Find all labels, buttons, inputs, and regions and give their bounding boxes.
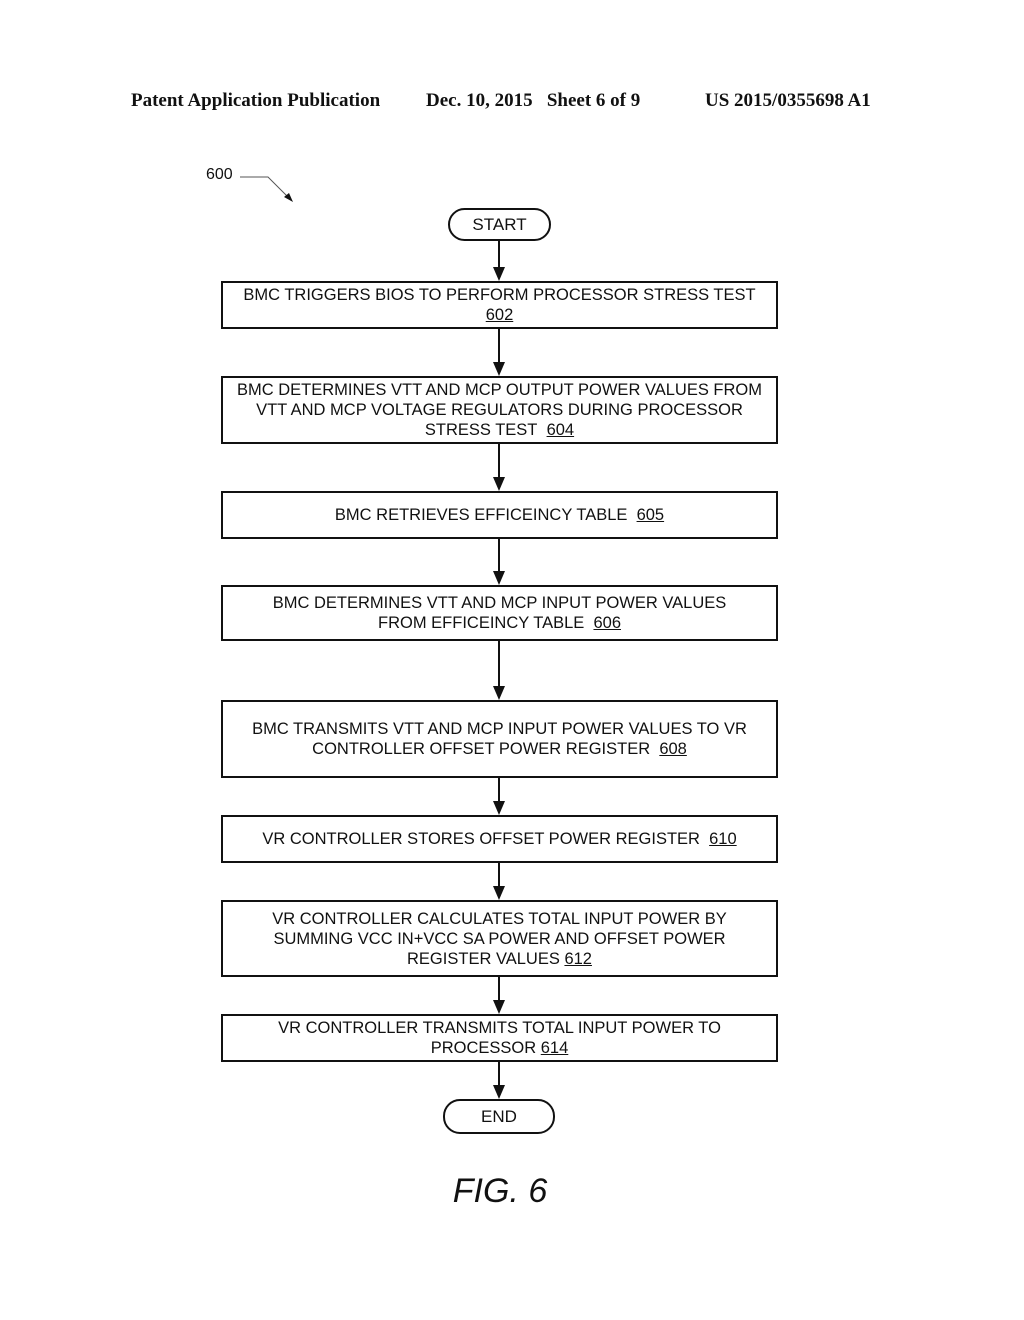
arrowhead-icon xyxy=(493,267,505,281)
step-614: VR CONTROLLER TRANSMITS TOTAL INPUT POWE… xyxy=(221,1014,778,1062)
end-label: END xyxy=(481,1106,517,1126)
step-606: BMC DETERMINES VTT AND MCP INPUT POWER V… xyxy=(221,585,778,641)
step-ref: 606 xyxy=(593,614,621,632)
step-ref: 610 xyxy=(709,830,737,848)
arrowhead-icon xyxy=(493,686,505,700)
reference-leader-line xyxy=(240,176,291,200)
arrowhead-icon xyxy=(493,1085,505,1099)
arrowhead-icon xyxy=(493,886,505,900)
end-terminal: END xyxy=(443,1099,555,1134)
step-text: VR CONTROLLER CALCULATES TOTAL INPUT POW… xyxy=(272,909,727,968)
figure-caption: FIG. 6 xyxy=(452,1172,548,1210)
step-text: BMC TRIGGERS BIOS TO PERFORM PROCESSOR S… xyxy=(243,286,756,304)
start-label: START xyxy=(472,214,527,234)
step-text: VR CONTROLLER STORES OFFSET POWER REGIST… xyxy=(262,830,700,848)
step-612: VR CONTROLLER CALCULATES TOTAL INPUT POW… xyxy=(221,900,778,977)
step-ref: 612 xyxy=(564,949,592,968)
arrowhead-icon xyxy=(493,801,505,815)
step-604: BMC DETERMINES VTT AND MCP OUTPUT POWER … xyxy=(221,376,778,444)
step-text: VR CONTROLLER TRANSMITS TOTAL INPUT POWE… xyxy=(278,1019,721,1057)
arrowhead-icon xyxy=(493,571,505,585)
arrowhead-icon xyxy=(493,362,505,376)
step-610: VR CONTROLLER STORES OFFSET POWER REGIST… xyxy=(221,815,778,863)
step-ref: 614 xyxy=(540,1039,569,1057)
step-ref: 605 xyxy=(636,506,665,524)
step-ref: 608 xyxy=(659,740,687,758)
step-text: BMC RETRIEVES EFFICEINCY TABLE xyxy=(334,506,628,524)
step-ref: 602 xyxy=(485,306,514,324)
arrowhead-icon xyxy=(493,1000,505,1014)
step-ref: 604 xyxy=(546,421,575,439)
step-608: BMC TRANSMITS VTT AND MCP INPUT POWER VA… xyxy=(221,700,778,778)
arrowhead-icon xyxy=(493,477,505,491)
step-602: BMC TRIGGERS BIOS TO PERFORM PROCESSOR S… xyxy=(221,281,778,329)
start-terminal: START xyxy=(448,208,551,241)
step-text: BMC DETERMINES VTT AND MCP INPUT POWER V… xyxy=(272,594,727,632)
step-605: BMC RETRIEVES EFFICEINCY TABLE 605 xyxy=(221,491,778,539)
step-text: BMC DETERMINES VTT AND MCP OUTPUT POWER … xyxy=(236,381,762,439)
